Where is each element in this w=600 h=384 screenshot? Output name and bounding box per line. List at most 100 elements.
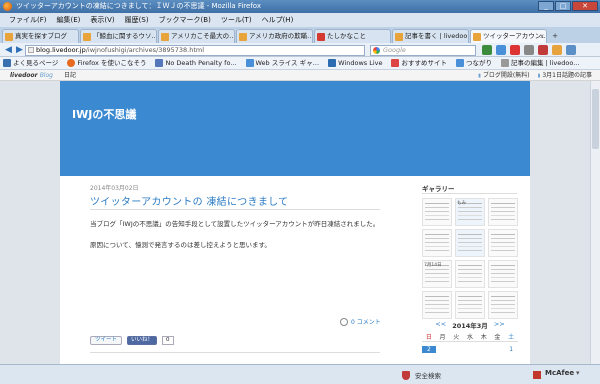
gallery-thumbnail[interactable] xyxy=(422,229,452,257)
tab-active[interactable]: ツイッターアカウン… x xyxy=(470,29,547,43)
calendar-day xyxy=(477,346,491,353)
mcafee-label[interactable]: McAfee xyxy=(545,369,574,377)
menu-view[interactable]: 表示(V) xyxy=(85,13,119,27)
gallery-thumbnail[interactable] xyxy=(455,229,485,257)
google-icon xyxy=(373,47,380,54)
bookmark-item[interactable]: つながり xyxy=(455,57,492,69)
mcafee-icon[interactable] xyxy=(538,45,548,55)
bookmark-item[interactable]: Windows Live xyxy=(328,57,382,69)
menu-help[interactable]: ヘルプ(H) xyxy=(257,13,299,27)
diary-link[interactable]: 日記 xyxy=(64,70,76,81)
search-placeholder: Google xyxy=(383,46,406,54)
mcafee-logo-icon xyxy=(533,371,541,379)
gallery-thumbnail[interactable] xyxy=(455,291,485,319)
blog-title[interactable]: IWJの不思議 xyxy=(72,106,136,122)
gallery-thumbnail[interactable] xyxy=(422,198,452,226)
page-viewport: IWJの不思議 2014年03月02日 ツイッターアカウントの 凍結につきまして… xyxy=(0,81,600,364)
tab[interactable]: 「鯨血に関するウソ… xyxy=(80,29,157,43)
maximize-button[interactable]: □ xyxy=(555,1,571,11)
gallery-thumbnail[interactable] xyxy=(488,260,518,288)
bookmark-item[interactable]: 記事の編集 | livedoo... xyxy=(500,57,580,69)
tweet-button[interactable]: ツイート xyxy=(90,336,123,345)
blog-content: 2014年03月02日 ツイッターアカウントの 凍結につきまして 当ブログ「IW… xyxy=(60,176,530,364)
gallery-thumbnail[interactable]: 7月14日 xyxy=(422,260,452,288)
tab[interactable]: 真実を探すブログ xyxy=(2,29,79,43)
bookmark-item[interactable]: No Death Penalty fo... xyxy=(155,57,237,69)
tab[interactable]: アメリカ政府の欺瞞… xyxy=(236,29,313,43)
comment-icon xyxy=(340,317,348,326)
bookmarks-menu-icon[interactable] xyxy=(566,45,576,55)
minimize-button[interactable]: _ xyxy=(538,1,554,11)
thumb-label: 7月14日 xyxy=(424,263,442,268)
livedoor-logo[interactable]: livedoor Blog xyxy=(10,70,53,81)
gallery-thumbnail[interactable] xyxy=(488,291,518,319)
calendar-day xyxy=(463,346,477,353)
calendar-prev[interactable]: << xyxy=(435,320,446,330)
safe-search-label[interactable]: 安全検索 xyxy=(415,370,441,380)
window-titlebar: ツイッターアカウントの凍結につきまして：ＩＷＪの不思議 - Mozilla Fi… xyxy=(0,0,600,13)
weekday-label: 木 xyxy=(480,334,487,341)
calendar-day[interactable]: 1 xyxy=(504,346,518,353)
tab-close-icon[interactable]: x xyxy=(540,30,544,43)
tab[interactable]: たしかなこと xyxy=(314,29,391,43)
bookmark-item[interactable]: おすすめサイト xyxy=(391,57,447,69)
addon-icon[interactable] xyxy=(510,45,520,55)
gallery-thumbnail[interactable] xyxy=(455,260,485,288)
tab[interactable]: 記事を書く | livedoo… xyxy=(392,29,469,43)
gallery-thumbnail[interactable] xyxy=(488,229,518,257)
weekday-label: 水 xyxy=(466,334,473,341)
firefox-icon xyxy=(3,2,12,11)
bookmark-label: よく見るページ xyxy=(13,58,59,67)
tab[interactable]: アメリカこそ最大の… xyxy=(158,29,235,43)
calendar-day-today[interactable]: 2 xyxy=(422,346,436,353)
calendar-next[interactable]: >> xyxy=(494,320,505,330)
url-bar[interactable]: blog.livedoor.jp/iwjnofushigi/archives/3… xyxy=(25,45,365,56)
calendar-day xyxy=(436,346,450,353)
chevron-down-icon[interactable]: ▾ xyxy=(576,369,580,377)
tab-favicon-icon xyxy=(161,33,169,41)
weekday-label: 日 xyxy=(425,334,432,341)
bookmark-item[interactable]: Firefox を使いこなそう xyxy=(67,57,146,69)
gallery-thumbnail[interactable]: もみ xyxy=(455,198,485,226)
livedoor-logo-text: livedoor xyxy=(10,72,38,79)
tab-label: ツイッターアカウン… xyxy=(483,32,547,40)
menu-edit[interactable]: 編集(E) xyxy=(52,13,86,27)
home-icon[interactable] xyxy=(496,45,506,55)
weekday-label: 月 xyxy=(439,334,446,341)
menu-file[interactable]: ファイル(F) xyxy=(4,13,52,27)
thumb-label: もみ xyxy=(457,201,466,206)
blog-header: IWJの不思議 xyxy=(60,81,530,176)
comment-count-link[interactable]: 0 コメント xyxy=(340,317,381,326)
gallery-grid: もみ 7月14日 xyxy=(422,198,518,319)
post-title[interactable]: ツイッターアカウントの 凍結につきまして xyxy=(90,193,288,208)
extension-icon[interactable] xyxy=(552,45,562,55)
site-identity-icon[interactable] xyxy=(28,47,34,53)
tab-label: たしかなこと xyxy=(327,32,366,40)
share-buttons: ツイート いいね！ 0 xyxy=(90,336,174,345)
new-tab-button[interactable]: + xyxy=(548,29,562,43)
bookmark-item[interactable]: よく見るページ xyxy=(3,57,58,69)
window-title: ツイッターアカウントの凍結につきまして：ＩＷＪの不思議 - Mozilla Fi… xyxy=(16,2,261,10)
gallery-thumbnail[interactable] xyxy=(422,291,452,319)
youtube-icon xyxy=(317,33,325,41)
bookmark-label: 記事の編集 | livedoo... xyxy=(510,58,580,67)
search-input[interactable]: Google xyxy=(370,45,476,56)
gallery-thumbnail[interactable] xyxy=(488,198,518,226)
close-window-button[interactable]: ✕ xyxy=(572,1,598,11)
scrollbar-thumb[interactable] xyxy=(592,89,599,149)
bookmark-item[interactable]: Web スライス ギャ… xyxy=(245,57,319,69)
weekday-label: 火 xyxy=(453,334,460,341)
toolbar-icon[interactable] xyxy=(524,45,534,55)
facebook-like-button[interactable]: いいね！ xyxy=(127,336,158,345)
calendar-row: 2 1 xyxy=(422,346,518,353)
post-date: 2014年03月02日 xyxy=(90,185,139,192)
menu-tools[interactable]: ツール(T) xyxy=(216,13,257,27)
vertical-scrollbar[interactable] xyxy=(590,81,600,364)
tab-label: アメリカ政府の欺瞞… xyxy=(249,32,313,40)
menu-bookmarks[interactable]: ブックマーク(B) xyxy=(154,13,216,27)
shield-icon[interactable] xyxy=(402,371,410,380)
menu-history[interactable]: 履歴(S) xyxy=(120,13,154,27)
download-icon[interactable] xyxy=(482,45,492,55)
calendar-nav: << 2014年3月 >> xyxy=(422,320,518,330)
weekday-label: 金 xyxy=(494,334,501,341)
